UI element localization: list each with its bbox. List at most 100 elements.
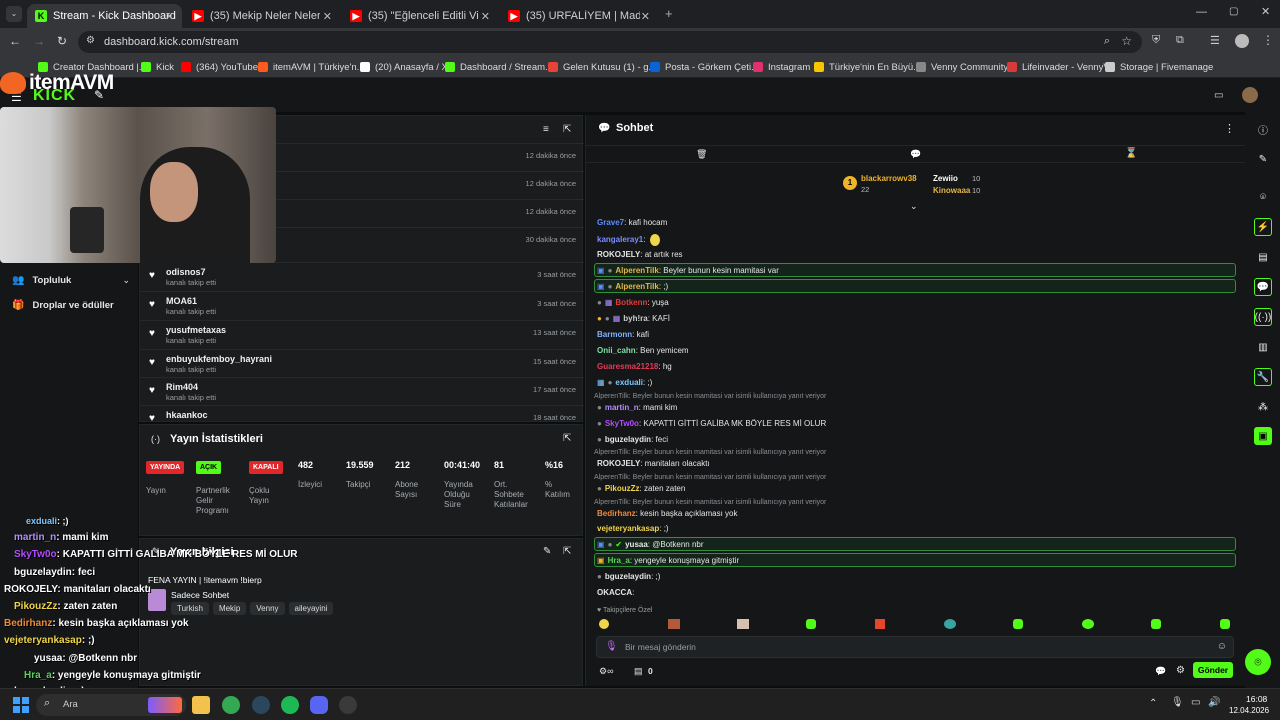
chatters-icon[interactable]: ⚙∞ (599, 666, 613, 677)
layers-icon[interactable]: ▥ (1254, 338, 1272, 356)
reply-context[interactable]: AlperenTilk: Beyler bunun kesin mamitasi… (594, 474, 826, 481)
chat-username[interactable]: AlperenTilk (615, 266, 658, 275)
bookmark-item[interactable]: Dashboard / Stream... (445, 60, 553, 74)
clock-date[interactable]: 12.04.2026 (1229, 706, 1269, 715)
tab-youtube-2[interactable]: ▶ (35) "Eğlenceli Editli Video" Kic ✕ (342, 4, 498, 28)
activity-username[interactable]: Rim404 (166, 382, 198, 392)
tag-chip[interactable]: Mekip (212, 602, 247, 615)
sidebar-item-drops[interactable]: 🎁 Droplar ve ödüller (12, 297, 130, 313)
close-window-icon[interactable]: ✕ (1261, 5, 1270, 18)
clock-time[interactable]: 16:08 (1246, 694, 1267, 704)
obs-icon[interactable] (339, 696, 357, 714)
chat-username[interactable]: OKACCA (597, 588, 632, 597)
reload-icon[interactable]: ↻ (57, 34, 67, 48)
bookmark-item[interactable]: Venny Community (916, 60, 1008, 74)
tag-chip[interactable]: Venny (250, 602, 285, 615)
chat-username[interactable]: Bedirhanz (597, 509, 636, 518)
tab-youtube-3[interactable]: ▶ (35) URFALİYEM | Madara Oldu ✕ (500, 4, 658, 28)
emote-icon[interactable] (875, 619, 885, 629)
spotify-icon[interactable] (281, 696, 299, 714)
bookmark-item[interactable]: Storage | Fivemanage (1105, 60, 1213, 74)
chat-username[interactable]: Hra_a (608, 556, 630, 565)
clipboard-icon[interactable]: ▤ (1254, 248, 1272, 266)
bookmark-item[interactable]: Türkiye'nin En Büyü... (814, 60, 921, 74)
activity-username[interactable]: odisnos7 (166, 267, 206, 277)
chat-username[interactable]: PikouzZz (605, 484, 640, 493)
tag-chip[interactable]: Turkish (171, 602, 209, 615)
close-tab-icon[interactable]: ✕ (323, 10, 332, 23)
chat-username[interactable]: ROKOJELY (597, 250, 640, 259)
reply-context[interactable]: AlperenTilk: Beyler bunun kesin mamitasi… (594, 499, 826, 506)
collapse-icon[interactable]: ⌄ (910, 201, 918, 212)
volume-tray-icon[interactable]: 🔊 (1208, 697, 1220, 708)
minimize-icon[interactable]: — (1196, 6, 1207, 18)
tag-chip[interactable]: aileyayini (288, 602, 334, 615)
emote-icon[interactable] (1151, 619, 1161, 629)
tab-kick-dashboard[interactable]: K Stream - Kick Dashboard ✕ (27, 4, 182, 28)
taskbar-search[interactable]: ⌕ Ara (36, 694, 186, 716)
lightning-icon[interactable]: ⚡ (1254, 218, 1272, 236)
browser-menu-icon[interactable]: ⋮ (1262, 33, 1274, 47)
mic-tray-icon[interactable]: 🎙 (1171, 697, 1184, 708)
chrome-icon[interactable] (222, 696, 240, 714)
chat-username[interactable]: Guaresma21218 (597, 362, 658, 371)
chat-username[interactable]: Grave7 (597, 218, 624, 227)
chat-username[interactable]: Onii_cahn (597, 346, 636, 355)
emote-icon[interactable] (668, 619, 680, 629)
bookmark-item[interactable]: (20) Anasayfa / X (360, 60, 448, 74)
emote-icon[interactable] (806, 619, 816, 629)
profile-avatar[interactable] (1235, 34, 1249, 48)
chat-username[interactable]: Barmonn (597, 330, 632, 339)
sidebar-item-community[interactable]: 👥 Topluluk ⌄ (12, 272, 130, 288)
chat-username[interactable]: ROKOJELY (597, 459, 640, 468)
activity-username[interactable]: hkaankoc (166, 410, 208, 420)
windows-start-icon[interactable] (13, 697, 29, 713)
address-bar[interactable]: ⚙ dashboard.kick.com/stream ⌕ ☆ (78, 31, 1142, 53)
emote-icon[interactable] (1013, 619, 1023, 629)
leaderboard-username[interactable]: blackarrowv38 (861, 174, 917, 183)
nodes-icon[interactable]: ⁂ (1254, 398, 1272, 416)
steam-icon[interactable] (252, 696, 270, 714)
extension-icon[interactable]: ⛨ (1152, 34, 1160, 47)
activity-username[interactable]: enbuyukfemboy_hayrani (166, 354, 272, 364)
leaderboard-username[interactable]: Zewiio (933, 174, 958, 183)
chat-username[interactable]: AlperenTilk (615, 282, 658, 291)
broadcast-icon[interactable]: ((·)) (1254, 308, 1272, 326)
emote-icon[interactable] (1082, 619, 1094, 629)
file-explorer-icon[interactable] (192, 696, 210, 714)
zoom-icon[interactable]: ⌕ (1104, 35, 1110, 48)
chat-settings-icon[interactable]: ⚙ (1176, 665, 1185, 676)
close-tab-icon[interactable]: ✕ (165, 10, 174, 23)
info-icon[interactable]: ⓘ (1254, 120, 1272, 138)
reading-list-icon[interactable]: ☰ (1210, 34, 1220, 47)
trash-icon[interactable]: 🗑 (696, 149, 707, 160)
chat-username[interactable]: vejeteryankasap (597, 524, 659, 533)
chat-username[interactable]: Botkenn (615, 298, 647, 307)
bookmark-item[interactable]: Instagram (753, 60, 810, 74)
edit-icon[interactable]: ✎ (543, 546, 551, 557)
chat-tab-icon[interactable]: 💬 (910, 149, 921, 160)
wrench-icon[interactable]: 🔧 (1254, 368, 1272, 386)
site-info-icon[interactable]: ⚙ (86, 35, 95, 46)
reply-context[interactable]: AlperenTilk: Beyler bunun kesin mamitasi… (594, 449, 826, 456)
support-chat-icon[interactable]: ⌾ (1245, 649, 1271, 675)
chat-username[interactable]: bguzelaydin (605, 435, 651, 444)
bookmark-item[interactable]: itemAVM | Türkiye'n... (258, 60, 365, 74)
new-tab-icon[interactable]: + (665, 6, 673, 21)
bot-icon[interactable]: ▣ (1254, 427, 1272, 445)
emote-icon[interactable] (944, 619, 956, 629)
chat-tool-icon[interactable]: 💬 (1254, 278, 1272, 296)
chat-username[interactable]: byh!ra (623, 314, 647, 323)
bookmark-item[interactable]: Lifeinvader - VennyV (1007, 60, 1110, 74)
chat-username[interactable]: exduali (615, 378, 643, 387)
chat-username[interactable]: martin_n (605, 403, 639, 412)
send-button[interactable]: Gönder (1193, 662, 1233, 678)
chat-menu-icon[interactable]: ⋮ (1224, 122, 1235, 135)
close-tab-icon[interactable]: ✕ (641, 10, 650, 23)
leaderboard-username[interactable]: Kinowaaa (933, 186, 970, 195)
scan-icon[interactable]: ⌾ (1254, 188, 1272, 206)
tab-youtube-1[interactable]: ▶ (35) Mekip Neler Neler 62.Bölü ✕ (184, 4, 340, 28)
back-icon[interactable]: ← (9, 34, 21, 48)
bookmark-item[interactable]: Posta - Görkem Çeti... (650, 60, 759, 74)
forward-icon[interactable]: → (33, 34, 45, 48)
